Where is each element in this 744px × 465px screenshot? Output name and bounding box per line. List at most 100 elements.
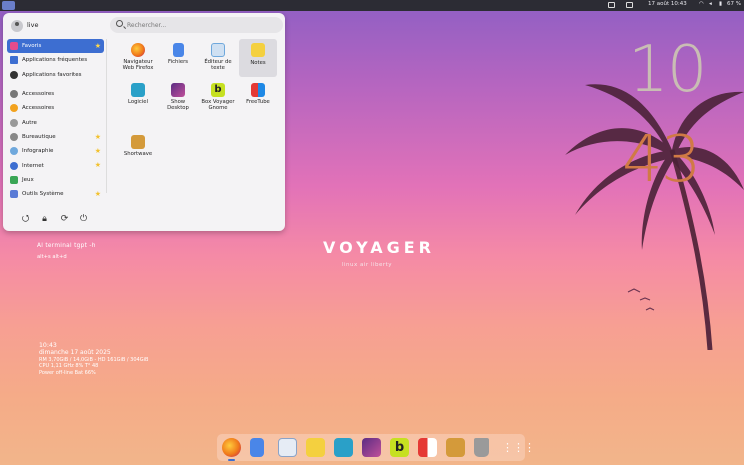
clock-hours: 10 <box>628 33 707 107</box>
category-infographie[interactable]: Infographie ★ <box>7 144 104 158</box>
dock-text-editor-icon[interactable] <box>278 438 297 457</box>
star-icon: ★ <box>94 42 101 50</box>
volume-icon[interactable]: ◂ <box>709 1 712 7</box>
dock-app-grid-icon[interactable]: ⋮⋮⋮ <box>502 438 535 457</box>
app-label: Desktop <box>167 105 189 112</box>
category-list: Favoris ★ Applications fréquentes Applic… <box>7 39 104 201</box>
files-icon <box>172 43 184 57</box>
brand-title: VOYAGER <box>323 238 435 257</box>
app-text-editor[interactable]: Éditeur de texte <box>199 39 237 77</box>
menu-divider <box>106 39 107 193</box>
app-label: Fichiers <box>167 59 189 65</box>
show-desktop-icon <box>171 83 185 97</box>
app-notes[interactable]: Notes <box>239 39 277 77</box>
category-label: Infographie <box>22 148 54 155</box>
freetube-icon <box>251 83 265 97</box>
folder-icon <box>10 56 18 65</box>
dock-notes-icon[interactable] <box>306 438 325 457</box>
clock-minutes: 43 <box>622 123 701 197</box>
other-icon <box>10 118 18 127</box>
screen-icon[interactable] <box>608 2 615 8</box>
category-label: Accessoires <box>22 105 55 112</box>
category-label: Accessoires <box>22 91 55 98</box>
category-autre[interactable]: Autre <box>7 115 104 129</box>
category-label: Favoris <box>22 43 42 50</box>
app-label: Gnome <box>208 105 228 112</box>
pin-icon <box>10 70 18 79</box>
brand-subtitle: linux air liberty <box>342 262 393 268</box>
category-label: Bureautique <box>22 133 56 140</box>
category-accessoires[interactable]: Accessoires <box>7 87 104 101</box>
logout-icon[interactable]: ⭯ <box>21 215 30 224</box>
app-label: Shortwave <box>123 151 153 157</box>
app-freetube[interactable]: FreeTube <box>239 79 277 117</box>
category-accessoires-alt[interactable]: Accessoires <box>7 101 104 115</box>
app-menu: live Favoris ★ Applications fréquentes A… <box>3 13 285 231</box>
app-shortwave[interactable]: Shortwave <box>119 131 157 169</box>
category-favorite-apps[interactable]: Applications favorites <box>7 68 104 82</box>
app-software[interactable]: Logiciel <box>119 79 157 117</box>
app-label: Logiciel <box>127 99 149 105</box>
notes-icon <box>251 43 265 57</box>
category-label: Internet <box>22 162 44 169</box>
dock-trash-icon[interactable] <box>474 438 489 457</box>
battery-icon[interactable]: ▮ <box>719 1 722 7</box>
text-editor-icon <box>211 43 225 57</box>
sys-date: dimanche 17 août 2025 <box>39 348 111 356</box>
category-frequent-apps[interactable]: Applications fréquentes <box>7 53 104 67</box>
category-label: Jeux <box>22 176 34 183</box>
app-firefox[interactable]: Navigateur Web Firefox <box>119 39 157 77</box>
dock-box-voyager-icon[interactable]: b <box>390 438 409 457</box>
power-icon[interactable]: ⏻ <box>79 215 88 224</box>
box-voyager-icon: b <box>211 83 225 97</box>
top-panel: 17 août 10:43 ◠ ◂ ▮ 67 % <box>0 0 744 11</box>
app-files[interactable]: Fichiers <box>159 39 197 77</box>
search-input[interactable] <box>127 19 277 31</box>
system-info: 10:43 dimanche 17 août 2025 RM 3,70GiB /… <box>39 342 148 377</box>
user-name[interactable]: live <box>27 21 38 29</box>
star-icon: ★ <box>94 189 101 198</box>
window-icon[interactable] <box>626 2 633 8</box>
restart-icon[interactable]: ⟳ <box>60 215 69 224</box>
category-internet[interactable]: Internet ★ <box>7 158 104 172</box>
sys-power: Power off-line Bat 66% <box>39 370 96 377</box>
dock: b ⋮⋮⋮ <box>217 434 535 461</box>
app-show-desktop[interactable]: Show Desktop <box>159 79 197 117</box>
star-icon: ★ <box>94 132 101 141</box>
dock-software-icon[interactable] <box>334 438 353 457</box>
dock-shortwave-icon[interactable] <box>446 438 465 457</box>
sys-cpu: CPU 1,11 GHz 8% T° 48 <box>39 363 99 370</box>
category-outils-systeme[interactable]: Outils Système ★ <box>7 187 104 201</box>
graphics-icon <box>10 147 18 156</box>
clock-date[interactable]: 17 août 10:43 <box>648 1 687 7</box>
dock-show-desktop-icon[interactable] <box>362 438 381 457</box>
heart-icon <box>10 42 18 51</box>
app-box-voyager[interactable]: b Box Voyager Gnome <box>199 79 237 117</box>
firefox-icon <box>131 43 145 57</box>
category-bureautique[interactable]: Bureautique ★ <box>7 130 104 144</box>
app-label: texte <box>211 65 225 72</box>
dock-files-icon[interactable] <box>250 438 264 457</box>
category-jeux[interactable]: Jeux <box>7 173 104 187</box>
activities-button[interactable] <box>2 1 15 10</box>
category-label: Applications fréquentes <box>22 57 88 64</box>
category-label: Outils Système <box>22 191 64 198</box>
wifi-icon[interactable]: ◠ <box>699 1 704 7</box>
user-avatar-icon[interactable] <box>11 20 23 32</box>
star-icon: ★ <box>94 161 101 170</box>
office-icon <box>10 132 18 141</box>
star-icon: ★ <box>94 147 101 156</box>
accessories-alt-icon <box>10 104 18 113</box>
battery-percent: 67 % <box>727 1 741 7</box>
category-label: Applications favorites <box>22 71 82 78</box>
app-label: Web Firefox <box>122 65 154 72</box>
dock-freetube-icon[interactable] <box>418 438 437 457</box>
software-icon <box>131 83 145 97</box>
shortwave-icon <box>131 135 145 149</box>
dock-firefox-icon[interactable] <box>222 438 241 461</box>
search-box[interactable] <box>110 17 283 33</box>
games-icon <box>10 175 18 184</box>
category-favoris[interactable]: Favoris ★ <box>7 39 104 54</box>
lock-icon[interactable]: 🔒︎ <box>40 215 49 224</box>
shortcut-keys: alt+s alt+d <box>37 254 67 260</box>
